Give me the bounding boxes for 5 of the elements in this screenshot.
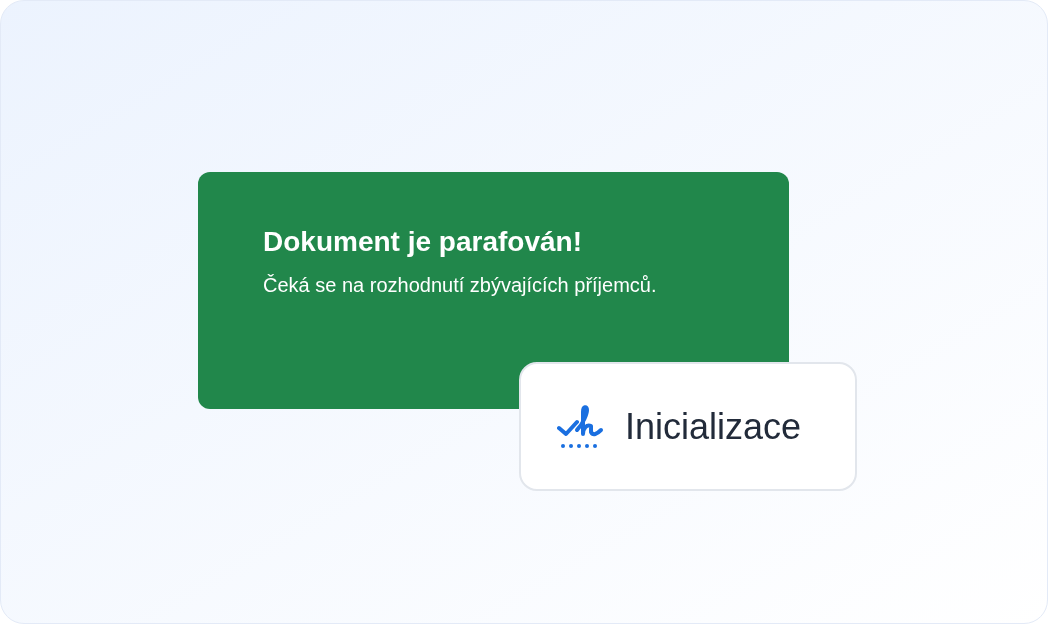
initialize-chip[interactable]: Inicializace [519,362,857,491]
signature-icon [557,403,605,450]
notification-message: Čeká se na rozhodnutí zbývajících příjemců. [263,273,658,298]
chip-label: Inicializace [625,404,802,449]
notification-title: Dokument je parafován! [263,225,583,259]
